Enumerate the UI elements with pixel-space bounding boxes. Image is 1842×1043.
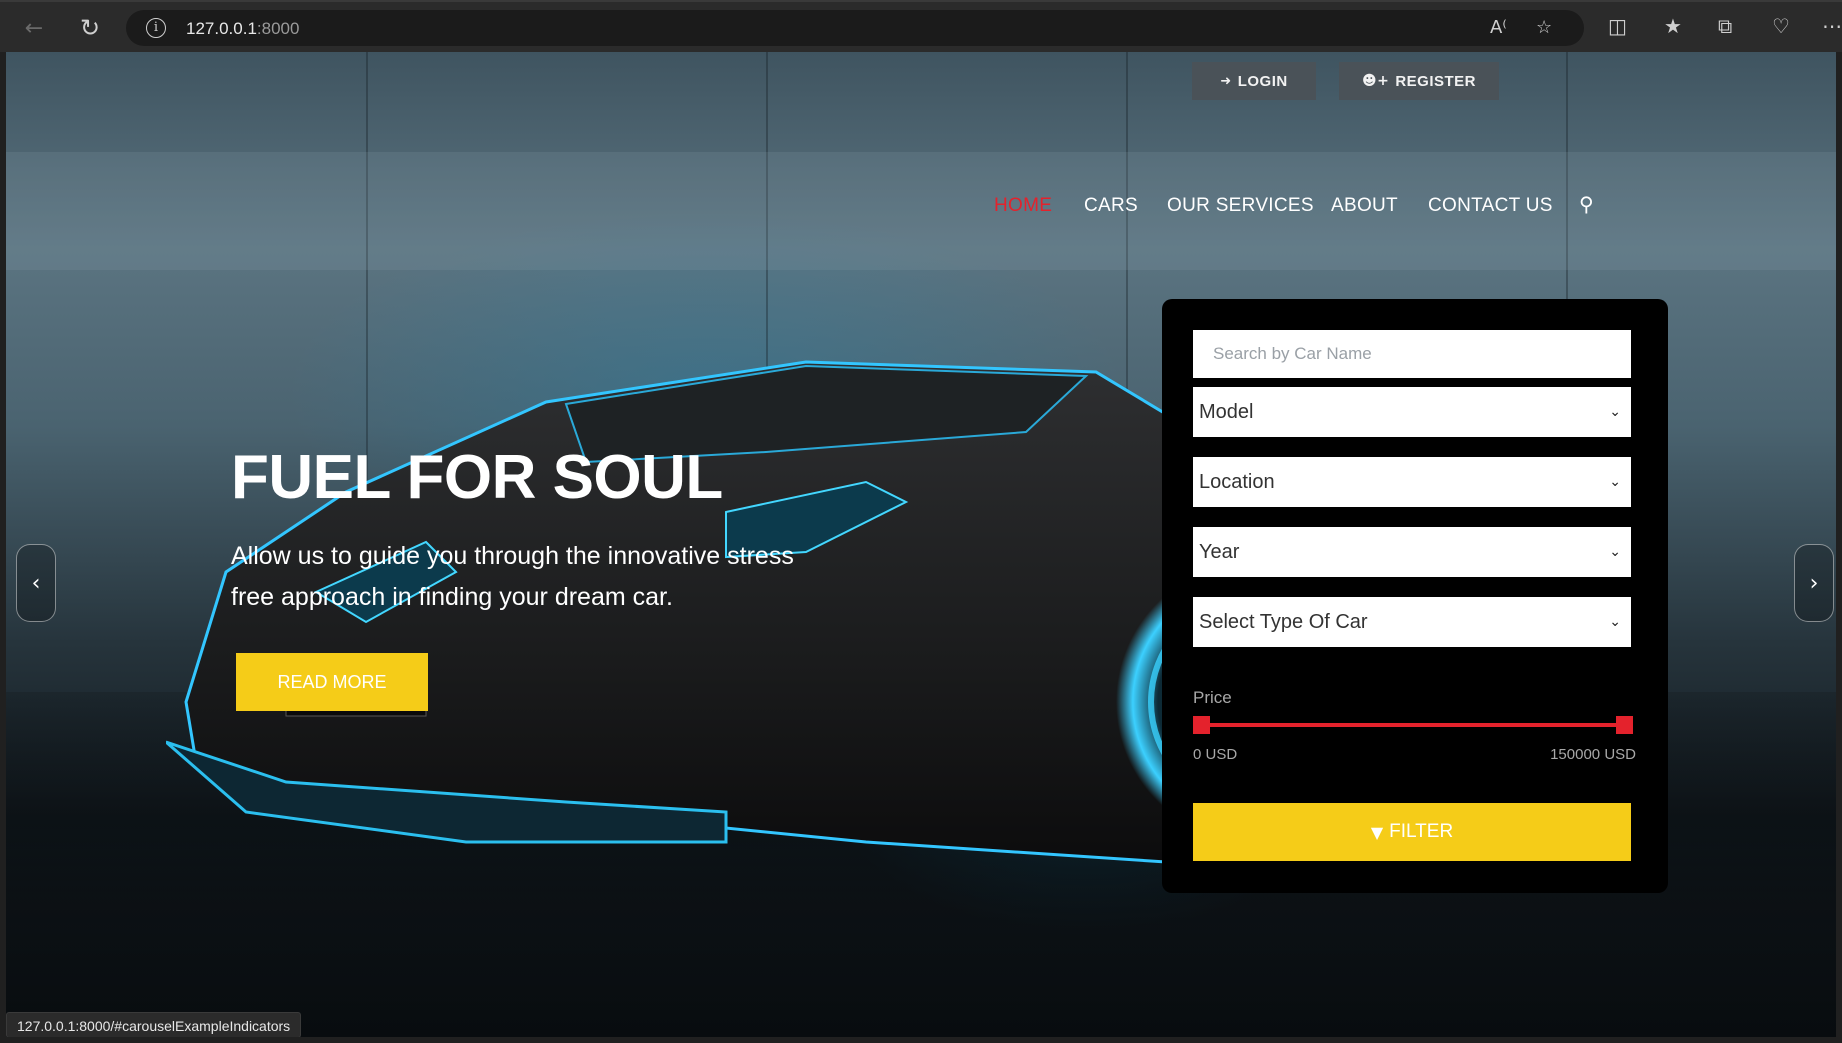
register-button[interactable]: ☻+ REGISTER <box>1339 62 1499 100</box>
filter-panel: Search by Car Name Model ⌄ Location ⌄ Ye… <box>1162 299 1668 893</box>
more-icon[interactable]: ⋯ <box>1822 14 1842 38</box>
price-slider-track[interactable] <box>1200 723 1618 727</box>
filter-button-label: FILTER <box>1389 821 1454 842</box>
browser-essentials-icon[interactable]: ♡ <box>1772 14 1790 38</box>
filter-funnel-icon: ▼ <box>1370 822 1384 842</box>
register-label: REGISTER <box>1395 72 1476 90</box>
price-min-value: 0 USD <box>1193 746 1238 763</box>
carousel-next-icon[interactable]: › <box>1794 544 1834 622</box>
info-icon[interactable]: i <box>146 18 166 38</box>
favorite-star-icon[interactable]: ☆ <box>1536 17 1552 38</box>
filter-button[interactable]: ▼ FILTER <box>1193 803 1631 861</box>
read-more-button[interactable]: READ MORE <box>236 653 428 711</box>
login-label: LOGIN <box>1237 72 1288 90</box>
nav-home[interactable]: HOME <box>994 195 1052 217</box>
chevron-down-icon: ⌄ <box>1609 474 1621 490</box>
nav-contact-us[interactable]: CONTACT US <box>1428 195 1553 217</box>
login-button[interactable]: ➜ LOGIN <box>1192 62 1316 100</box>
year-select[interactable]: Year ⌄ <box>1193 527 1631 577</box>
location-select-value: Location <box>1199 470 1275 493</box>
window-bottom-edge <box>0 1037 1842 1043</box>
search-placeholder: Search by Car Name <box>1213 344 1372 363</box>
price-slider-min-handle[interactable] <box>1193 716 1210 734</box>
price-slider-max-handle[interactable] <box>1616 716 1633 734</box>
year-select-value: Year <box>1199 540 1240 563</box>
nav-cars[interactable]: CARS <box>1084 195 1138 217</box>
model-select[interactable]: Model ⌄ <box>1193 387 1631 437</box>
navbar-background <box>6 152 1836 270</box>
location-select[interactable]: Location ⌄ <box>1193 457 1631 507</box>
car-type-select-value: Select Type Of Car <box>1199 610 1368 633</box>
price-label: Price <box>1193 688 1232 707</box>
hero-title: FUEL FOR SOUL <box>231 443 723 512</box>
user-plus-icon: ☻+ <box>1361 73 1390 89</box>
favorites-icon[interactable]: ★ <box>1664 14 1682 38</box>
hero-text: Allow us to guide you through the innova… <box>231 542 794 611</box>
back-icon[interactable]: ← <box>18 12 50 44</box>
car-type-select[interactable]: Select Type Of Car ⌄ <box>1193 597 1631 647</box>
search-icon[interactable]: ⚲ <box>1579 192 1594 216</box>
status-bar-url: 127.0.0.1:8000/#carouselExampleIndicator… <box>6 1012 302 1038</box>
split-screen-icon[interactable]: ◫ <box>1608 14 1627 38</box>
car-name-search-input[interactable]: Search by Car Name <box>1193 330 1631 378</box>
read-aloud-icon[interactable]: A⁽ <box>1490 17 1507 38</box>
chevron-down-icon: ⌄ <box>1609 404 1621 420</box>
url-text[interactable]: 127.0.0.1:8000 <box>186 19 299 39</box>
collections-icon[interactable]: ⧉ <box>1718 14 1732 38</box>
price-max-value: 150000 USD <box>1550 746 1636 763</box>
address-bar[interactable]: i 127.0.0.1:8000 A⁽ ☆ <box>126 10 1584 46</box>
model-select-value: Model <box>1199 400 1254 423</box>
chevron-down-icon: ⌄ <box>1609 614 1621 630</box>
chevron-down-icon: ⌄ <box>1609 544 1621 560</box>
hero-carousel: TRON ➜ LOGIN ☻+ REGISTER HOME CARS OUR S… <box>6 52 1836 1037</box>
login-icon: ➜ <box>1220 73 1232 89</box>
nav-about[interactable]: ABOUT <box>1331 195 1398 217</box>
nav-our-services[interactable]: OUR SERVICES <box>1167 195 1314 217</box>
browser-toolbar: ← ↻ i 127.0.0.1:8000 A⁽ ☆ ◫ ★ ⧉ ♡ ⋯ <box>0 0 1842 52</box>
carousel-prev-icon[interactable]: ‹ <box>16 544 56 622</box>
reload-icon[interactable]: ↻ <box>74 12 106 44</box>
